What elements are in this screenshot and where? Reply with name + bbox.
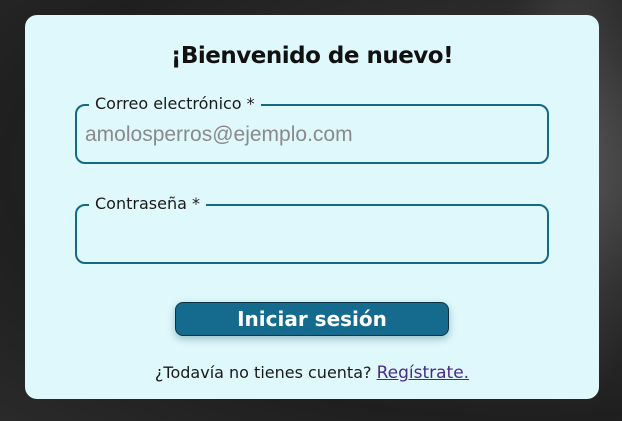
email-field-label: Correo electrónico * bbox=[89, 94, 261, 114]
password-field-container: Contraseña * bbox=[75, 194, 549, 264]
email-field[interactable] bbox=[85, 120, 535, 150]
password-field-label: Contraseña * bbox=[89, 194, 206, 214]
email-field-container: Correo electrónico * bbox=[75, 94, 549, 164]
login-button[interactable]: Iniciar sesión bbox=[175, 302, 449, 336]
signup-prompt: ¿Todavía no tienes cuenta? Regístrate. bbox=[25, 363, 599, 383]
signup-link[interactable]: Regístrate. bbox=[377, 363, 469, 383]
password-field[interactable] bbox=[85, 220, 535, 250]
signup-question: ¿Todavía no tienes cuenta? bbox=[154, 363, 372, 382]
login-card: ¡Bienvenido de nuevo! Correo electrónico… bbox=[25, 15, 599, 399]
page-title: ¡Bienvenido de nuevo! bbox=[170, 43, 454, 69]
